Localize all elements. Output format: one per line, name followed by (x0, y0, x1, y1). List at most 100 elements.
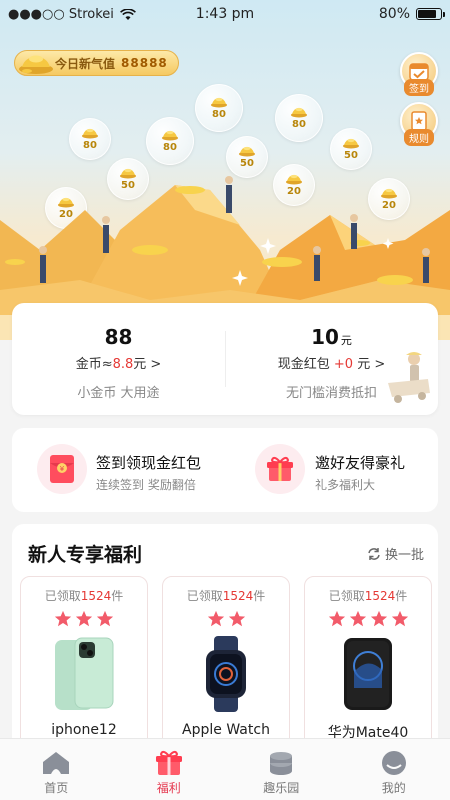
claimed-suffix: 件 (111, 589, 124, 603)
gift-icon (267, 456, 293, 481)
gold-ingot-icon (19, 55, 53, 74)
action-subtitle: 礼多福利大 (315, 478, 376, 492)
bubble-value: 80 (292, 119, 306, 130)
product-name: iphone12 (51, 722, 117, 738)
tab-label: 我的 (381, 781, 406, 795)
daily-value-number: 88888 (121, 56, 168, 70)
hero-banner: ●●●○○ Strokei 1:43 pm 80% 今日新气值 88888 签到… (0, 0, 450, 340)
invite-friends-action[interactable]: 邀好友得豪礼 礼多福利大 (225, 428, 438, 512)
tab-profile[interactable]: 我的 (338, 739, 450, 800)
product-card[interactable]: 已领取1524件 iphone12 (20, 576, 148, 756)
action-title: 邀好友得豪礼 (315, 454, 406, 472)
star-icon (96, 610, 114, 627)
claimed-suffix: 件 (395, 589, 408, 603)
claimed-count: 已领取1524件 (305, 587, 431, 604)
coin-balance: 88 (104, 325, 133, 349)
star-icon (54, 610, 72, 627)
star-icon (349, 610, 366, 627)
smartwatch-image (206, 636, 246, 712)
status-bar: ●●●○○ Strokei 1:43 pm 80% (0, 0, 450, 30)
miner-cart-illustration (388, 352, 430, 403)
coins-summary[interactable]: 88 金币≈8.8元 > 小金币 大用途 (12, 303, 225, 415)
huawei-phone-image (344, 638, 392, 710)
tab-label: 首页 (44, 781, 69, 795)
refresh-button[interactable]: 换一批 (367, 544, 424, 563)
cash-balance: 10 元 (225, 325, 438, 349)
daily-checkin-action[interactable]: ¥ 签到领现金红包 连续签到 奖励翻倍 (12, 428, 225, 512)
tab-home[interactable]: 首页 (0, 739, 113, 800)
gold-ingot-icon (211, 97, 227, 108)
product-card[interactable]: 已领取1524件 华为Mate40 (304, 576, 432, 756)
gift-icon (155, 750, 182, 775)
coin-exchange-line[interactable]: 金币≈8.8元 > (12, 353, 225, 372)
claimed-count: 已领取1524件 (163, 587, 289, 604)
star-rating (21, 610, 147, 630)
battery-percent: 80% (378, 6, 410, 22)
action-subtitle: 连续签到 奖励翻倍 (96, 478, 196, 492)
actions-card: ¥ 签到领现金红包 连续签到 奖励翻倍 邀好友得豪礼 礼多福利大 (12, 428, 438, 512)
action-title: 签到领现金红包 (96, 454, 202, 472)
daily-value-pill[interactable]: 今日新气值 88888 (14, 50, 179, 76)
section-title: 新人专享福利 (28, 544, 143, 566)
cash-unit: 元 (340, 334, 352, 347)
gold-ingot-icon (291, 107, 307, 118)
claimed-prefix: 已领取 (186, 589, 223, 603)
tab-icon (0, 749, 113, 777)
wallet-card: 88 金币≈8.8元 > 小金币 大用途 10 元 现金红包 +0 元 > 无门槛… (12, 303, 438, 415)
rules-button[interactable]: 规则 (400, 102, 438, 146)
star-icon (370, 610, 387, 627)
tab-icon (113, 749, 226, 777)
tab-gift[interactable]: 福利 (113, 739, 226, 800)
cash-value: 10 (311, 325, 339, 349)
product-card[interactable]: 已领取1524件 Apple Watch (162, 576, 290, 756)
claimed-number: 1524 (364, 589, 396, 603)
product-name: Apple Watch (182, 722, 270, 738)
coin-description: 小金币 大用途 (77, 386, 160, 401)
checkin-label: 签到 (404, 79, 434, 96)
star-icon (328, 610, 345, 627)
gold-ingot-icon (82, 128, 98, 139)
claimed-number: 1524 (80, 589, 112, 603)
coin-unit-suffix: 元 > (133, 357, 162, 372)
coins-stack-icon (270, 752, 293, 775)
refresh-icon (368, 547, 380, 560)
battery-icon (416, 8, 445, 20)
tab-coins-stack[interactable]: 趣乐园 (225, 739, 338, 800)
refresh-label: 换一批 (384, 548, 424, 563)
star-rating (305, 610, 431, 630)
coin-bubble[interactable]: 80 (275, 94, 323, 142)
red-envelope-icon: ¥ (50, 455, 74, 483)
iphone-image (55, 637, 114, 710)
gold-ingot-icon (343, 138, 359, 149)
cash-delta: +0 (333, 357, 354, 372)
newbie-welfare-section: 新人专享福利 换一批 已领取1524件 iphone12 已领取1524件 Apple… (12, 524, 438, 756)
daily-value-label: 今日新气值 (55, 56, 116, 71)
coin-exchange-label: 金币≈ (75, 357, 113, 372)
claimed-number: 1524 (222, 589, 254, 603)
claimed-prefix: 已领取 (328, 589, 365, 603)
bubble-value: 80 (212, 109, 226, 120)
claimed-suffix: 件 (253, 589, 266, 603)
red-envelope-icon-wrap: ¥ (37, 444, 87, 494)
star-icon (75, 610, 93, 627)
profile-icon (381, 751, 406, 775)
star-icon (207, 610, 224, 627)
star-icon (391, 610, 408, 627)
home-icon (43, 752, 70, 774)
star-rating (163, 610, 289, 630)
cash-label: 现金红包 (277, 357, 330, 372)
coin-bubble[interactable]: 80 (195, 84, 243, 132)
cash-unit-suffix: 元 > (353, 357, 386, 372)
battery-status: 80% (378, 6, 445, 22)
tab-label: 趣乐园 (263, 781, 300, 795)
tab-icon (225, 749, 338, 777)
rules-label: 规则 (404, 129, 434, 146)
bottom-tab-bar: 首页 福利 趣乐园 我的 (0, 738, 450, 800)
gift-icon-wrap (255, 444, 305, 494)
gold-ingot-icon (162, 130, 178, 141)
checkin-button[interactable]: 签到 (400, 52, 438, 96)
product-cards: 已领取1524件 iphone12 已领取1524件 Apple Watch 已领取15… (20, 576, 432, 756)
tab-label: 福利 (156, 781, 181, 795)
svg-text:¥: ¥ (60, 465, 65, 473)
claimed-prefix: 已领取 (44, 589, 81, 603)
